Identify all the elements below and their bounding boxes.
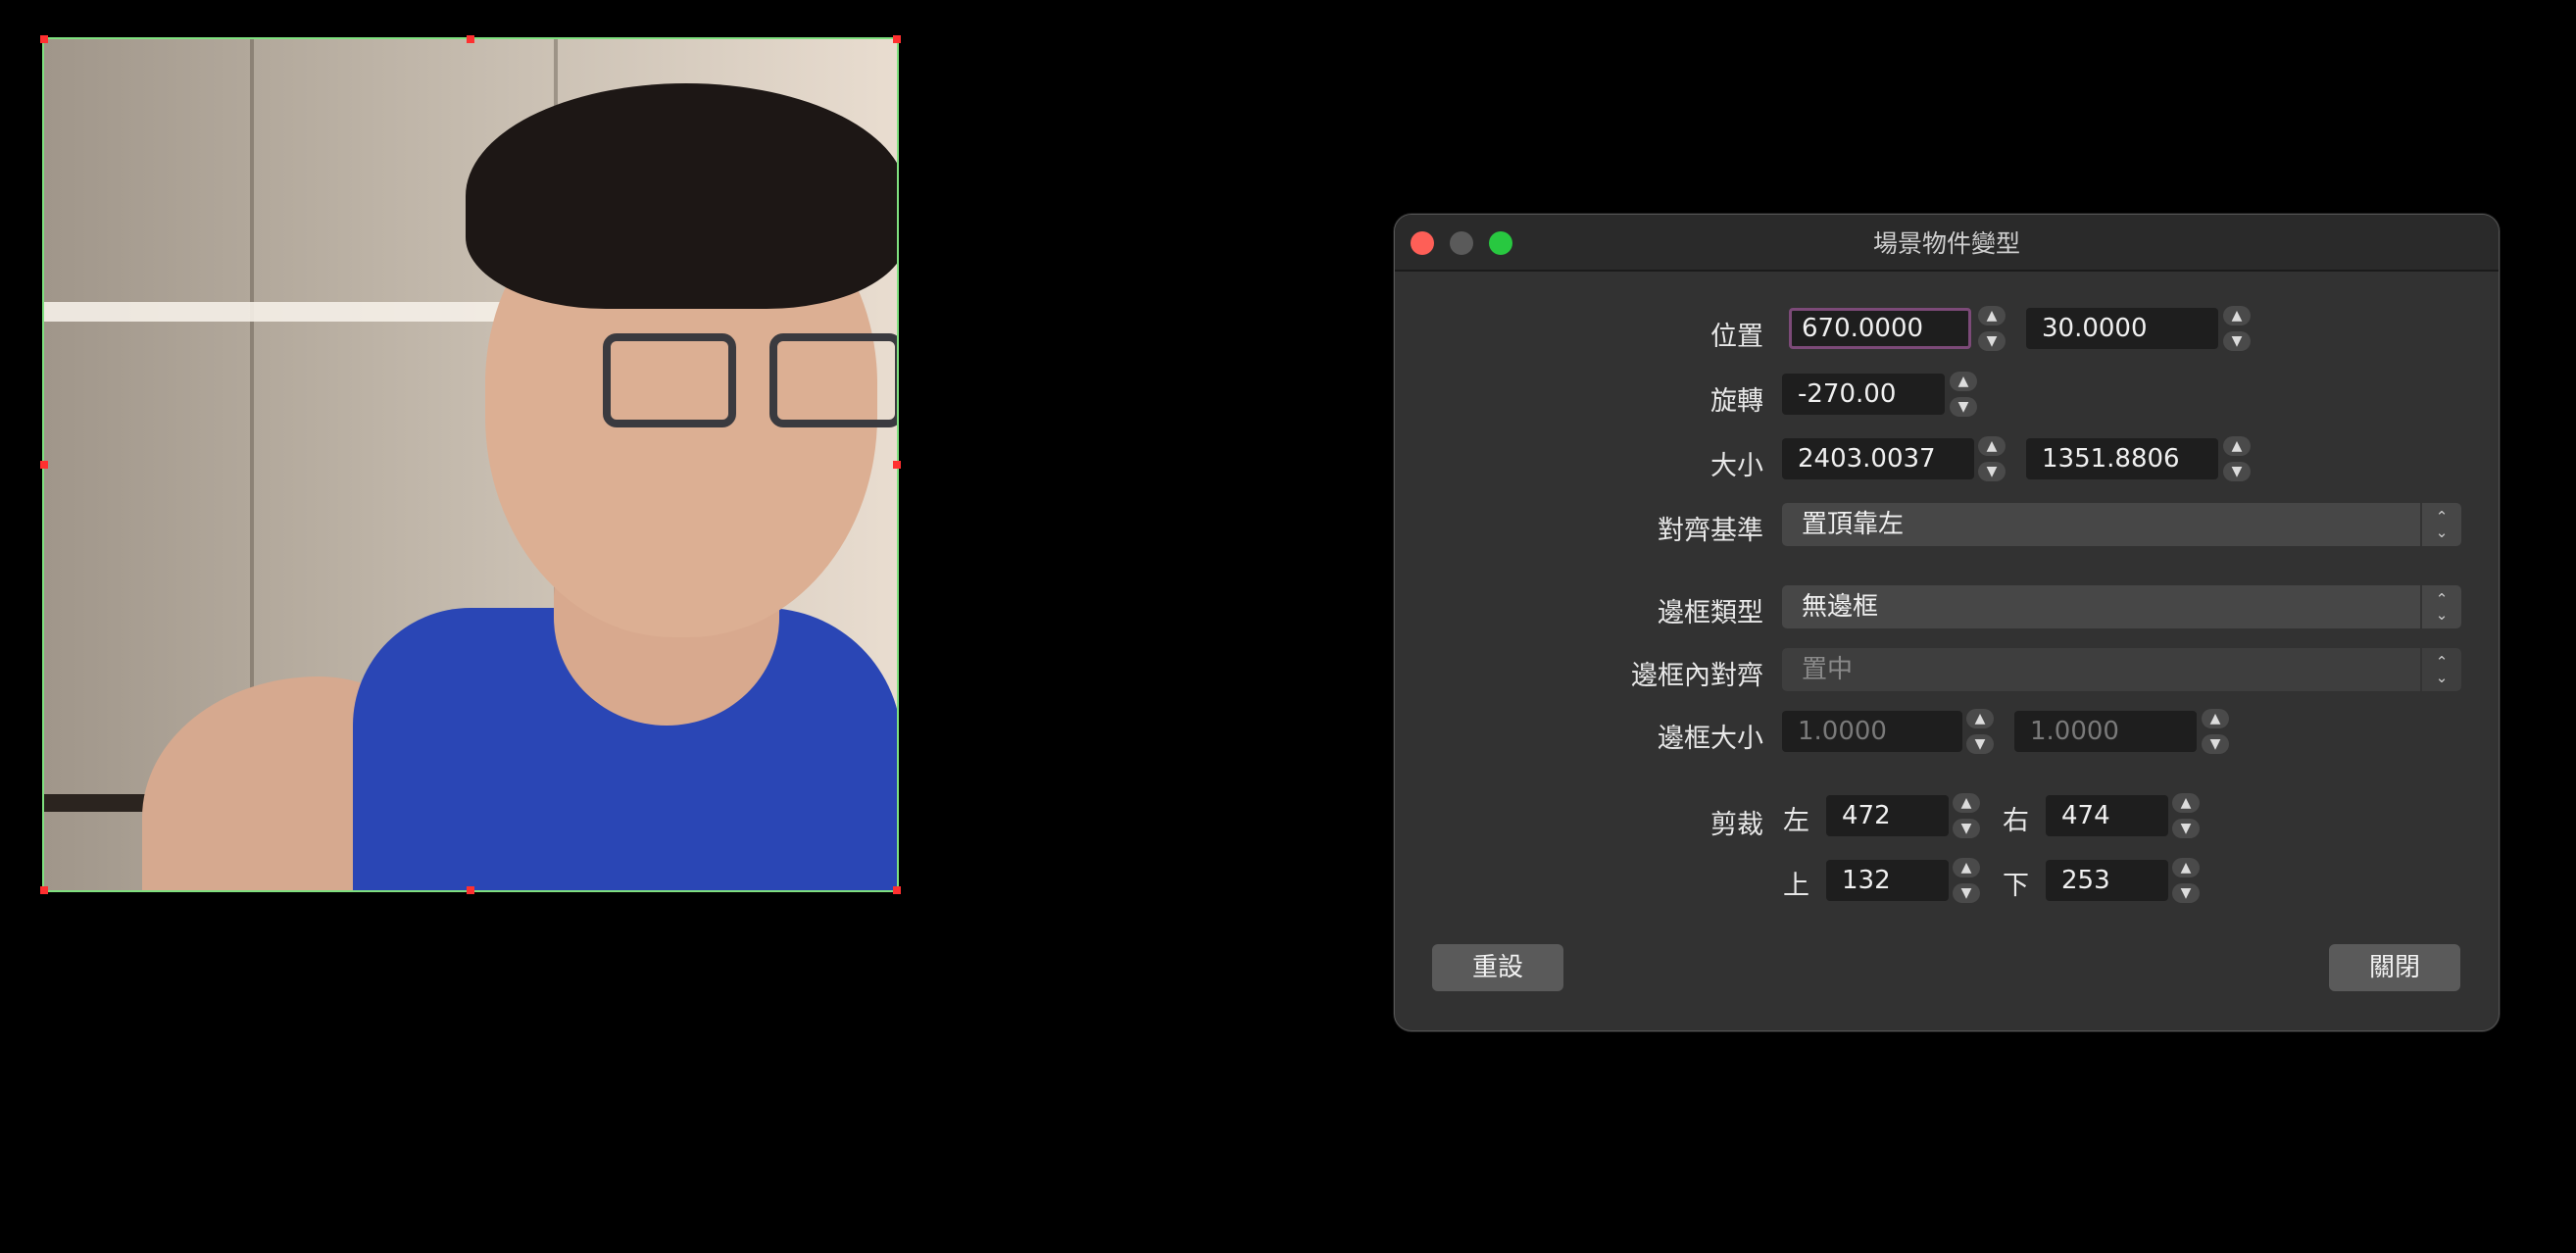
bounds-type-label: 邊框類型 <box>1658 598 1763 628</box>
stepper-up-icon[interactable]: ▲ <box>1966 709 1994 728</box>
position-x-stepper[interactable]: ▲ ▼ <box>1977 306 2006 351</box>
close-button[interactable]: 關閉 <box>2329 944 2460 991</box>
crop-bottom-label: 下 <box>2003 871 2029 901</box>
stepper-down-icon[interactable]: ▼ <box>1953 819 1980 838</box>
stepper-up-icon[interactable]: ▲ <box>2172 793 2200 813</box>
wall-ledge <box>44 302 554 322</box>
bounds-height-stepper[interactable]: ▲ ▼ <box>2201 709 2230 754</box>
window-controls <box>1411 231 1512 255</box>
stepper-up-icon[interactable]: ▲ <box>1953 793 1980 813</box>
stepper-down-icon[interactable]: ▼ <box>1966 734 1994 754</box>
crop-left-input[interactable]: 472 <box>1826 795 1949 836</box>
transform-handle-right[interactable] <box>893 461 901 469</box>
size-width-input[interactable]: 2403.0037 <box>1782 438 1974 479</box>
stepper-down-icon[interactable]: ▼ <box>1978 462 2006 481</box>
close-window-icon[interactable] <box>1411 231 1434 255</box>
transform-handle-top-left[interactable] <box>40 35 48 43</box>
stepper-up-icon[interactable]: ▲ <box>2223 436 2251 456</box>
alignment-select[interactable]: 置頂靠左 ⌃ ⌄ <box>1782 503 2461 546</box>
scene-item-transform-dialog: 場景物件變型 位置 670.0000 ▲ ▼ 30.0000 ▲ ▼ 旋轉 -2… <box>1394 214 2500 1031</box>
stepper-up-icon[interactable]: ▲ <box>1950 372 1977 391</box>
crop-right-input[interactable]: 474 <box>2046 795 2168 836</box>
stepper-down-icon[interactable]: ▼ <box>1978 331 2006 351</box>
size-width-stepper[interactable]: ▲ ▼ <box>1977 436 2006 481</box>
crop-top-stepper[interactable]: ▲ ▼ <box>1952 858 1981 903</box>
person-glasses <box>603 333 897 427</box>
alignment-label: 對齊基準 <box>1658 516 1763 546</box>
position-x-input[interactable]: 670.0000 <box>1789 308 1971 349</box>
size-height-input[interactable]: 1351.8806 <box>2026 438 2218 479</box>
rotation-stepper[interactable]: ▲ ▼ <box>1949 372 1978 417</box>
stepper-down-icon[interactable]: ▼ <box>2223 462 2251 481</box>
stepper-down-icon[interactable]: ▼ <box>2223 331 2251 351</box>
transform-handle-top-right[interactable] <box>893 35 901 43</box>
crop-label: 剪裁 <box>1710 810 1763 840</box>
size-label: 大小 <box>1710 451 1763 481</box>
bounds-width-input[interactable]: 1.0000 <box>1782 711 1962 752</box>
webcam-source-preview[interactable] <box>42 37 899 892</box>
crop-right-label: 右 <box>2003 806 2029 836</box>
select-arrows-icon: ⌃ ⌄ <box>2420 503 2461 546</box>
stepper-down-icon[interactable]: ▼ <box>2202 734 2229 754</box>
crop-top-label: 上 <box>1783 871 1809 901</box>
bounds-alignment-value: 置中 <box>1802 655 1854 684</box>
minimize-window-icon[interactable] <box>1450 231 1473 255</box>
position-label: 位置 <box>1710 322 1763 352</box>
bounds-type-select[interactable]: 無邊框 ⌃ ⌄ <box>1782 585 2461 628</box>
transform-handle-bottom-right[interactable] <box>893 886 901 894</box>
crop-right-stepper[interactable]: ▲ ▼ <box>2171 793 2201 838</box>
dialog-titlebar[interactable]: 場景物件變型 <box>1395 215 2499 272</box>
transform-handle-left[interactable] <box>40 461 48 469</box>
stepper-up-icon[interactable]: ▲ <box>2172 858 2200 877</box>
bounds-alignment-label: 邊框內對齊 <box>1631 661 1763 691</box>
crop-bottom-input[interactable]: 253 <box>2046 860 2168 901</box>
transform-handle-bottom-left[interactable] <box>40 886 48 894</box>
rotation-input[interactable]: -270.00 <box>1782 374 1945 415</box>
bounds-alignment-select[interactable]: 置中 ⌃ ⌄ <box>1782 648 2461 691</box>
crop-left-stepper[interactable]: ▲ ▼ <box>1952 793 1981 838</box>
stepper-up-icon[interactable]: ▲ <box>2202 709 2229 728</box>
alignment-value: 置頂靠左 <box>1802 510 1905 539</box>
zoom-window-icon[interactable] <box>1489 231 1512 255</box>
stepper-down-icon[interactable]: ▼ <box>1953 883 1980 903</box>
position-y-stepper[interactable]: ▲ ▼ <box>2222 306 2252 351</box>
bounds-width-stepper[interactable]: ▲ ▼ <box>1965 709 1995 754</box>
person-hair <box>466 83 897 309</box>
bounds-size-label: 邊框大小 <box>1658 724 1763 754</box>
stepper-up-icon[interactable]: ▲ <box>1978 436 2006 456</box>
crop-left-label: 左 <box>1783 806 1809 836</box>
stepper-up-icon[interactable]: ▲ <box>1978 306 2006 326</box>
size-height-stepper[interactable]: ▲ ▼ <box>2222 436 2252 481</box>
bounds-type-value: 無邊框 <box>1802 592 1879 622</box>
rotation-label: 旋轉 <box>1710 386 1763 417</box>
stepper-down-icon[interactable]: ▼ <box>2172 819 2200 838</box>
crop-top-input[interactable]: 132 <box>1826 860 1949 901</box>
bounds-height-input[interactable]: 1.0000 <box>2014 711 2197 752</box>
stepper-down-icon[interactable]: ▼ <box>1950 397 1977 417</box>
transform-handle-top[interactable] <box>467 35 474 43</box>
stepper-up-icon[interactable]: ▲ <box>2223 306 2251 326</box>
stepper-up-icon[interactable]: ▲ <box>1953 858 1980 877</box>
position-y-input[interactable]: 30.0000 <box>2026 308 2218 349</box>
stepper-down-icon[interactable]: ▼ <box>2172 883 2200 903</box>
dialog-title: 場景物件變型 <box>1872 229 2020 258</box>
select-arrows-icon: ⌃ ⌄ <box>2420 585 2461 628</box>
select-arrows-icon: ⌃ ⌄ <box>2420 648 2461 691</box>
transform-handle-bottom[interactable] <box>467 886 474 894</box>
crop-bottom-stepper[interactable]: ▲ ▼ <box>2171 858 2201 903</box>
reset-button[interactable]: 重設 <box>1432 944 1563 991</box>
